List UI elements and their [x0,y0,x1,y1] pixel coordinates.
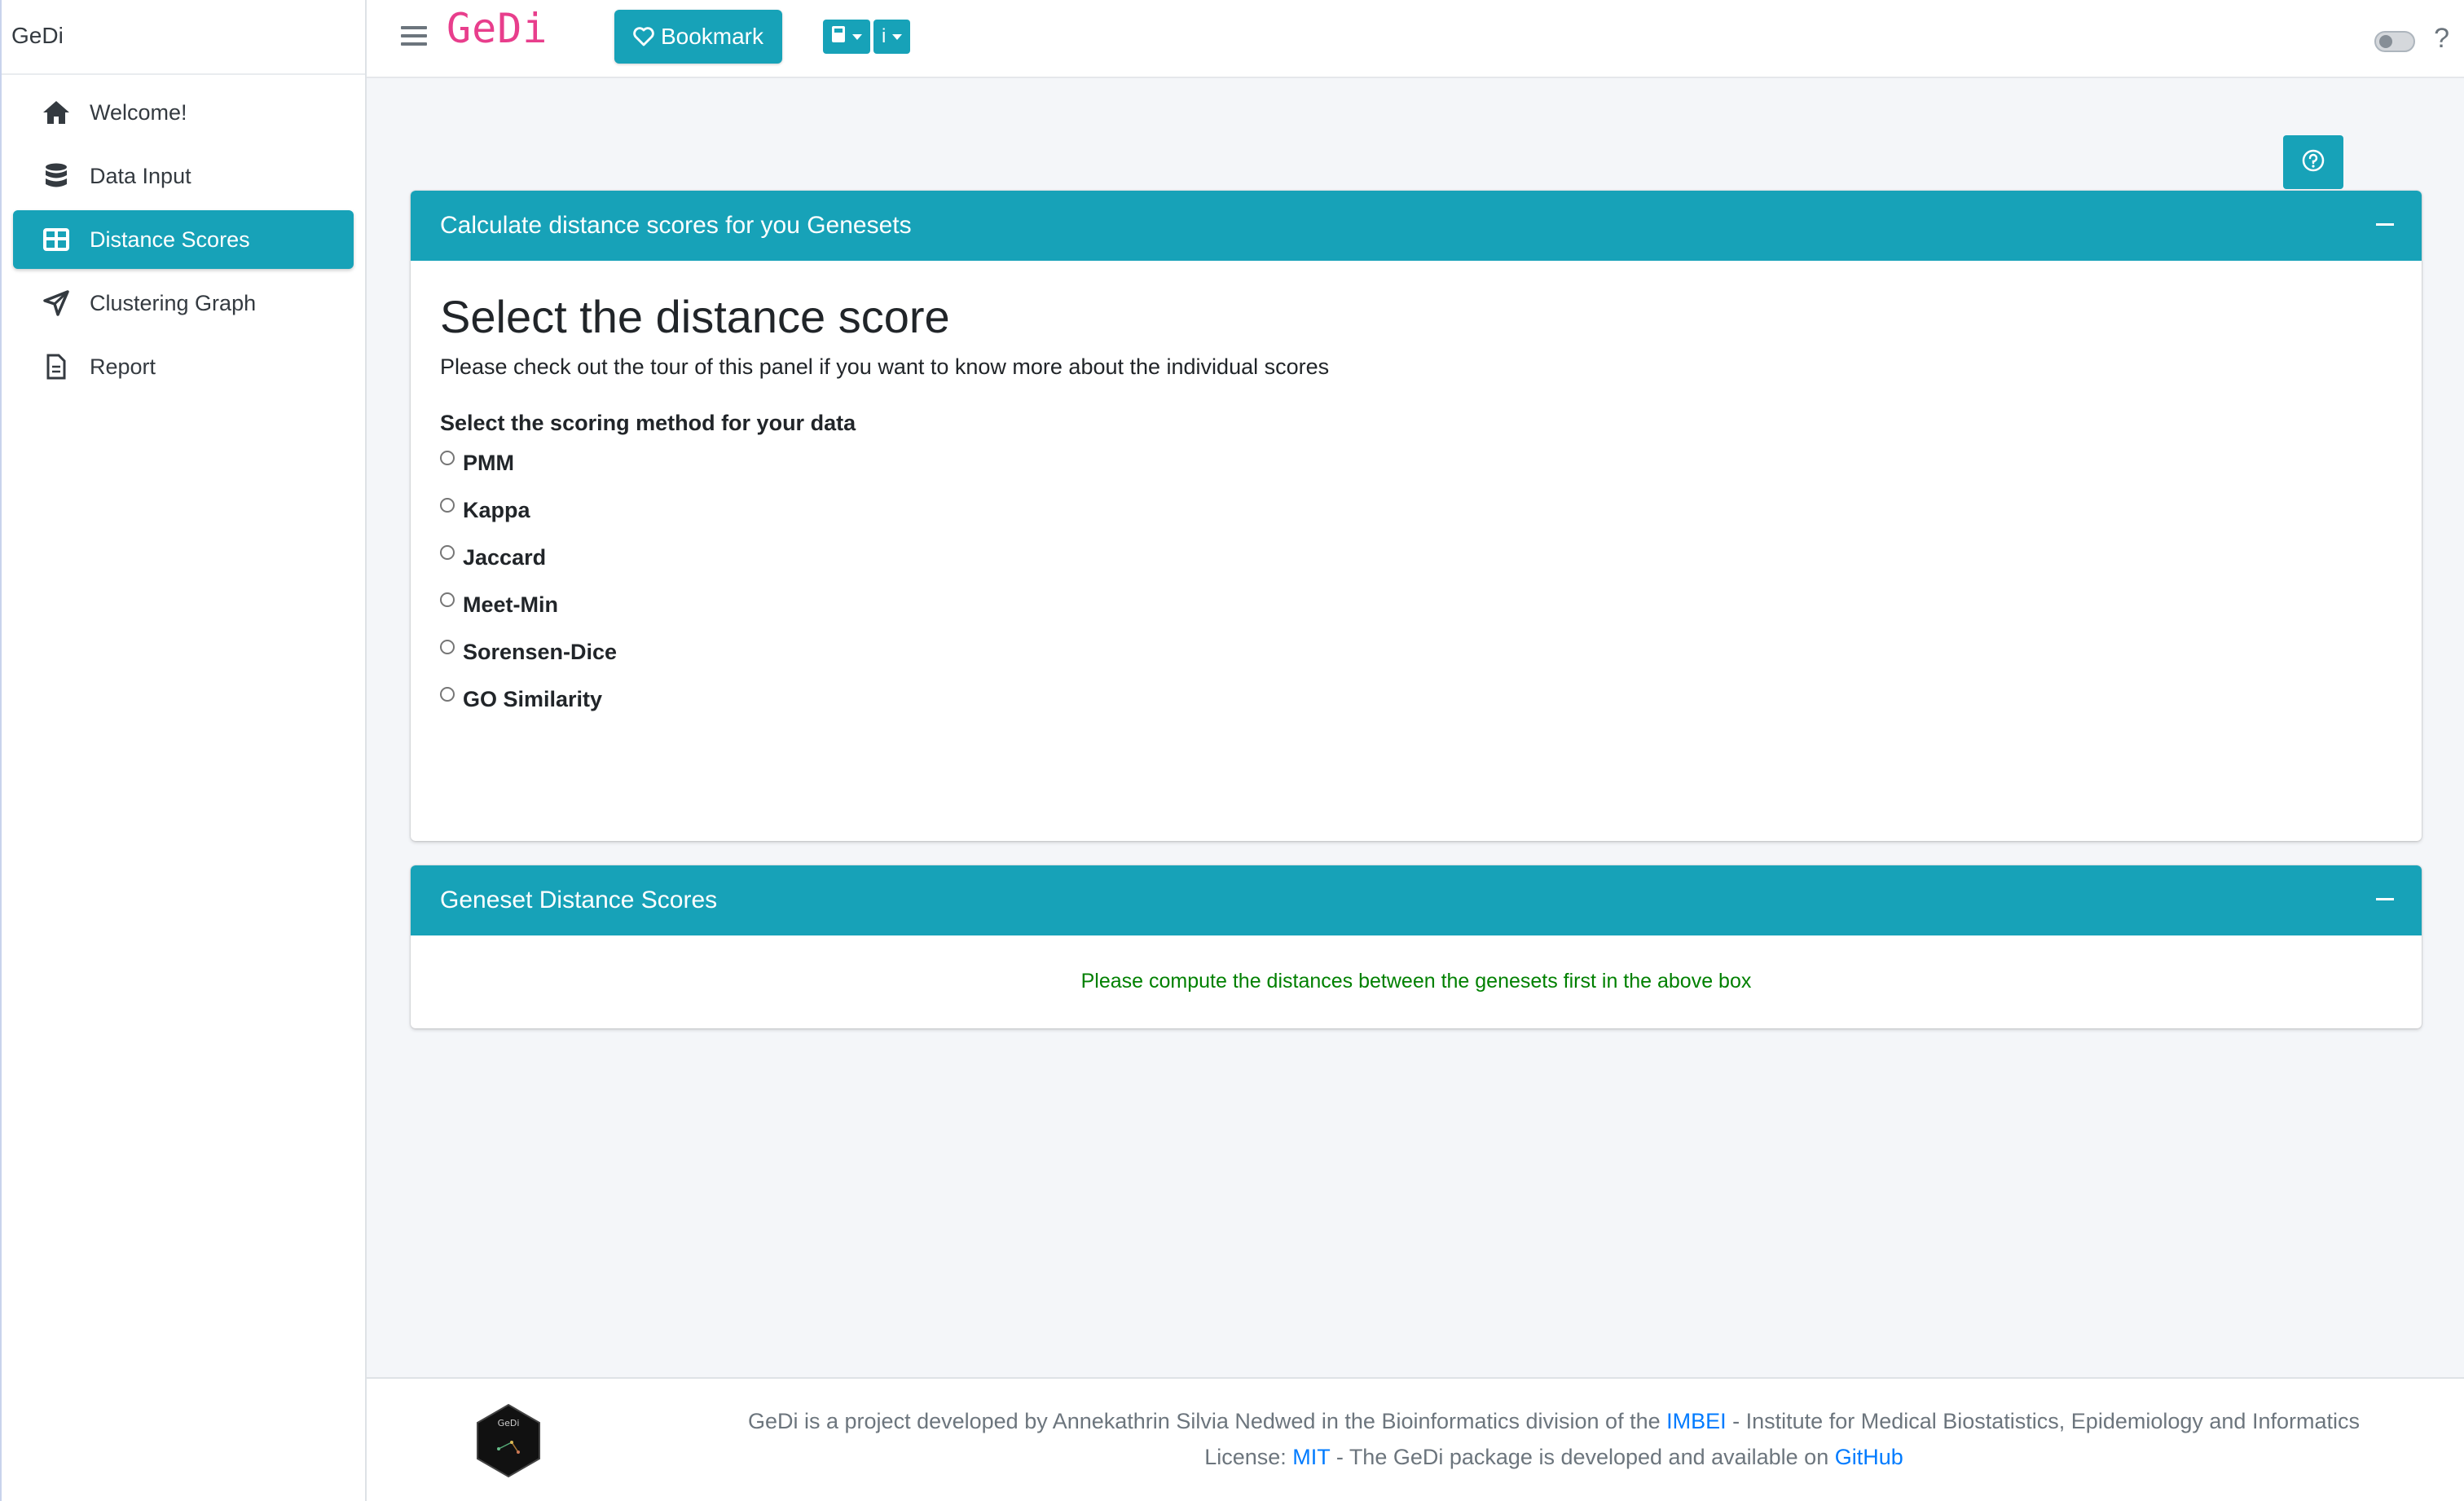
scoring-method-label: Select the scoring method for your data [440,411,856,435]
distance-score-card: Calculate distance scores for you Genese… [411,191,2422,841]
radio-button[interactable] [440,592,455,607]
sidebar-item-welcome[interactable]: Welcome! [13,83,354,142]
footer-text-segment: - The GeDi package is developed and avai… [1335,1445,1829,1469]
send-icon [41,288,72,319]
sidebar-item-data-input[interactable]: Data Input [13,147,354,205]
hamburger-menu-icon[interactable] [401,21,427,54]
radio-button[interactable] [440,687,455,702]
footer-text-segment: License: [1204,1445,1287,1469]
radio-button[interactable] [440,498,455,513]
sidebar-item-label: Distance Scores [90,227,250,252]
sidebar-item-label: Welcome! [90,99,187,125]
table-icon [41,224,72,255]
radio-option-pmm[interactable]: PMM [440,439,2392,486]
card-header-title: Geneset Distance Scores [440,887,718,913]
geneset-distance-scores-card: Geneset Distance Scores Please compute t… [411,865,2422,1028]
database-icon [41,161,72,191]
imbei-link[interactable]: IMBEI [1666,1409,1727,1433]
section-title: Select the distance score [440,291,950,342]
radio-option-go-similarity[interactable]: GO Similarity [440,676,2392,723]
caret-down-icon [892,33,903,40]
sidebar-nav: Welcome! Data Input Distance Scores Clus… [2,75,365,409]
help-question-icon[interactable]: ? [2434,23,2449,55]
card-header: Calculate distance scores for you Genese… [411,191,2422,261]
sidebar-item-label: Data Input [90,163,191,188]
footer-text-segment: GeDi is a project developed by Annekathr… [748,1409,1661,1433]
sidebar-brand[interactable]: GeDi [2,0,365,75]
radio-label: Meet-Min [463,592,558,617]
dark-mode-toggle[interactable] [2374,31,2415,52]
footer-text: GeDi is a project developed by Annekathr… [693,1403,2415,1475]
radio-label: PMM [463,450,514,475]
home-icon [41,97,72,128]
sidebar-item-report[interactable]: Report [13,337,354,396]
top-navbar: GeDi Bookmark i ? [367,0,2464,78]
card-header: Geneset Distance Scores [411,865,2422,935]
footer-line-2: License: MIT - The GeDi package is devel… [693,1439,2415,1475]
radio-label: Kappa [463,497,530,522]
radio-label: GO Similarity [463,686,603,711]
sidebar: GeDi Welcome! Data Input Distance Scores… [0,0,367,1501]
book-dropdown-button[interactable] [823,20,870,54]
footer-text-segment: - Institute for Medical Biostatistics, E… [1732,1409,2360,1433]
mit-license-link[interactable]: MIT [1292,1445,1330,1469]
caret-down-icon [852,33,862,40]
radio-label: Jaccard [463,544,547,570]
scoring-method-radio-group: PMM Kappa Jaccard Meet-Min Sorensen-Dice… [440,439,2392,723]
tour-help-button[interactable] [2283,135,2343,189]
book-icon [831,25,846,49]
bookmark-label: Bookmark [660,24,764,49]
collapse-minus-icon[interactable] [2376,898,2394,900]
section-subtitle: Please check out the tour of this panel … [440,354,1330,379]
question-circle-icon [2301,148,2325,177]
info-message: Please compute the distances between the… [1080,970,1752,993]
sidebar-item-clustering-graph[interactable]: Clustering Graph [13,274,354,332]
footer: GeDi GeDi is a project developed by Anne… [367,1377,2464,1501]
radio-button[interactable] [440,640,455,654]
collapse-minus-icon[interactable] [2376,223,2394,226]
footer-line-1: GeDi is a project developed by Annekathr… [693,1403,2415,1439]
gedi-hex-logo: GeDi [474,1403,543,1482]
info-dropdown-button[interactable]: i [873,20,911,54]
bookmark-button[interactable]: Bookmark [614,10,782,64]
github-link[interactable]: GitHub [1835,1445,1903,1469]
logo-text: GeDi [498,1418,520,1428]
heart-icon [633,27,654,46]
info-label: i [882,25,887,47]
radio-button[interactable] [440,451,455,465]
sidebar-item-distance-scores[interactable]: Distance Scores [13,210,354,269]
app-title: GeDi [447,5,548,52]
card-body: Select the distance score Please check o… [411,290,2422,723]
header-dropdown-group: i [823,20,913,54]
radio-button[interactable] [440,545,455,560]
radio-option-jaccard[interactable]: Jaccard [440,534,2392,581]
sidebar-item-label: Report [90,354,156,379]
card-header-title: Calculate distance scores for you Genese… [440,212,912,239]
radio-option-meet-min[interactable]: Meet-Min [440,581,2392,628]
sidebar-item-label: Clustering Graph [90,290,257,315]
radio-label: Sorensen-Dice [463,639,618,664]
radio-option-kappa[interactable]: Kappa [440,486,2392,534]
radio-option-sorensen-dice[interactable]: Sorensen-Dice [440,628,2392,676]
document-icon [41,351,72,382]
